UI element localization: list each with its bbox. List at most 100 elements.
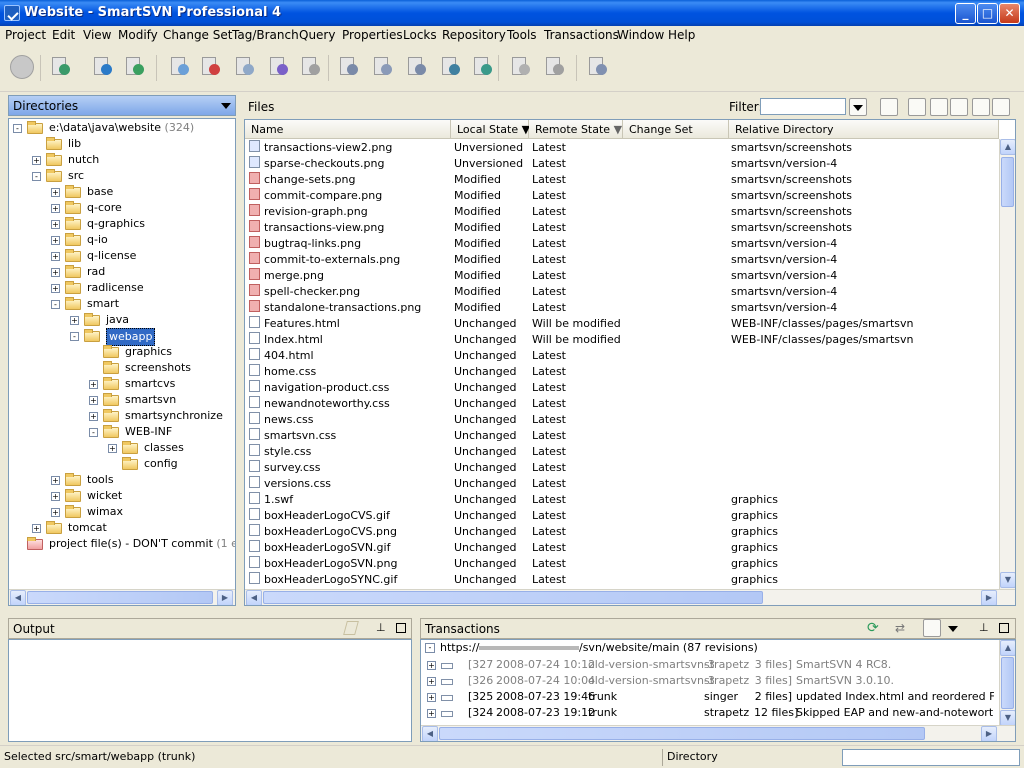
menu-item[interactable]: Tag/Branch: [232, 28, 299, 42]
collapse-icon[interactable]: -: [70, 332, 79, 341]
settings-icon[interactable]: [923, 619, 941, 637]
expand-icon[interactable]: +: [89, 380, 98, 389]
tree-node[interactable]: project file(s) - DON'T commit (1 entry): [9, 536, 235, 552]
files-vertical-scrollbar[interactable]: ▲ ▼: [999, 139, 1015, 589]
collapse-icon[interactable]: -: [425, 643, 435, 653]
table-row[interactable]: boxHeaderLogoSVN.gif Unchanged Latest graph…: [245, 540, 999, 556]
search-icon[interactable]: [585, 54, 611, 80]
tree-node[interactable]: + nutch: [9, 152, 235, 168]
tree-node[interactable]: + rad: [9, 264, 235, 280]
clear-output-icon[interactable]: [343, 621, 359, 635]
expand-icon[interactable]: +: [51, 220, 60, 229]
tree-node[interactable]: - src: [9, 168, 235, 184]
scroll-left-button[interactable]: ◀: [246, 590, 262, 605]
table-row[interactable]: 1.swf Unchanged Latest graphics: [245, 492, 999, 508]
collapse-icon[interactable]: -: [51, 300, 60, 309]
expand-icon[interactable]: +: [51, 252, 60, 261]
expand-icon[interactable]: +: [51, 476, 60, 485]
refresh-icon[interactable]: ⟳: [867, 620, 879, 636]
tree-node[interactable]: + classes: [9, 440, 235, 456]
tree-node[interactable]: + q-io: [9, 232, 235, 248]
column-header-local-state[interactable]: Local State ▼: [451, 120, 530, 139]
table-row[interactable]: boxHeaderLogoCVS.gif Unchanged Latest graph…: [245, 508, 999, 524]
collapse-icon[interactable]: -: [32, 172, 41, 181]
table-row[interactable]: news.css Unchanged Latest: [245, 412, 999, 428]
expand-icon[interactable]: +: [427, 677, 436, 686]
tree-node[interactable]: + wicket: [9, 488, 235, 504]
expand-icon[interactable]: +: [427, 709, 436, 718]
expand-icon[interactable]: +: [51, 204, 60, 213]
menu-item[interactable]: Properties: [342, 28, 403, 42]
scroll-thumb[interactable]: [1001, 157, 1014, 207]
compare-icon[interactable]: [336, 54, 362, 80]
arrows-icon[interactable]: ⇄: [895, 621, 905, 635]
tree-node[interactable]: + q-license: [9, 248, 235, 264]
lock-icon[interactable]: [508, 54, 534, 80]
scroll-down-button[interactable]: ▼: [1000, 572, 1015, 588]
scroll-left-button[interactable]: ◀: [10, 590, 26, 605]
menu-item[interactable]: Transactions: [544, 28, 619, 42]
tree-node[interactable]: + smartsynchronize: [9, 408, 235, 424]
unlock-icon[interactable]: [542, 54, 568, 80]
log-icon[interactable]: [404, 54, 430, 80]
expand-icon[interactable]: +: [51, 492, 60, 501]
tree-node[interactable]: - smart: [9, 296, 235, 312]
minimize-button[interactable]: _: [955, 3, 976, 24]
transaction-row[interactable]: + [327 2008-07-24 10:12 old-version-smartsv…: [421, 657, 1001, 673]
expand-icon[interactable]: +: [51, 268, 60, 277]
menu-item[interactable]: Locks: [403, 28, 437, 42]
cancel-icon[interactable]: [9, 54, 35, 80]
scroll-right-button[interactable]: ▶: [981, 726, 997, 741]
transactions-icon[interactable]: [470, 54, 496, 80]
scroll-thumb[interactable]: [439, 727, 925, 740]
table-row[interactable]: newandnoteworthy.css Unchanged Latest: [245, 396, 999, 412]
table-row[interactable]: survey.css Unchanged Latest: [245, 460, 999, 476]
expand-icon[interactable]: +: [89, 412, 98, 421]
transaction-row[interactable]: + [324 2008-07-23 19:12 trunk strapetz 12 fil…: [421, 705, 1001, 721]
tree-node[interactable]: graphics: [9, 344, 235, 360]
transactions-panel[interactable]: - https:// /svn/website/main (87 revisio…: [420, 639, 1016, 742]
refresh-icon[interactable]: [48, 54, 74, 80]
transaction-row[interactable]: + [325 2008-07-23 19:46 trunk singer 2 files]…: [421, 689, 1001, 705]
table-row[interactable]: home.css Unchanged Latest: [245, 364, 999, 380]
expand-icon[interactable]: +: [89, 396, 98, 405]
collapse-icon[interactable]: -: [89, 428, 98, 437]
menu-item[interactable]: Query: [299, 28, 335, 42]
table-row[interactable]: navigation-product.css Unchanged Latest: [245, 380, 999, 396]
menu-item[interactable]: Modify: [118, 28, 158, 42]
column-header-remote-state[interactable]: Remote State ▼: [529, 120, 623, 139]
column-header-change-set[interactable]: Change Set: [623, 120, 729, 139]
expand-icon[interactable]: +: [32, 524, 41, 533]
table-row[interactable]: change-sets.png Modified Latest smartsvn/sc…: [245, 172, 999, 188]
repository-root-row[interactable]: - https:// /svn/website/main (87 revisio…: [421, 640, 1001, 656]
table-row[interactable]: versions.css Unchanged Latest: [245, 476, 999, 492]
expand-icon[interactable]: +: [51, 508, 60, 517]
menu-item[interactable]: Tools: [507, 28, 537, 42]
menu-item[interactable]: Repository: [442, 28, 506, 42]
menu-item[interactable]: Window: [617, 28, 664, 42]
compare-files-icon[interactable]: [370, 54, 396, 80]
filter-dropdown-button[interactable]: [849, 98, 867, 116]
menu-item[interactable]: Change Set: [163, 28, 232, 42]
table-row[interactable]: commit-to-externals.png Modified Latest sma…: [245, 252, 999, 268]
expand-icon[interactable]: +: [51, 188, 60, 197]
transaction-row[interactable]: + [326 2008-07-24 10:04 old-version-smartsv…: [421, 673, 1001, 689]
table-row[interactable]: boxHeaderLogoCVS.png Unchanged Latest graph…: [245, 524, 999, 540]
table-row[interactable]: commit-compare.png Modified Latest smartsvn…: [245, 188, 999, 204]
expand-icon[interactable]: +: [427, 661, 436, 670]
file-icon[interactable]: [908, 98, 926, 116]
tree-node[interactable]: - webapp: [9, 328, 235, 346]
commit-icon[interactable]: [122, 54, 148, 80]
table-row[interactable]: spell-checker.png Modified Latest smartsvn/…: [245, 284, 999, 300]
tree-node[interactable]: + java: [9, 312, 235, 328]
scroll-down-button[interactable]: ▼: [1000, 710, 1015, 726]
table-row[interactable]: transactions-view2.png Unversioned Latest s…: [245, 140, 999, 156]
scroll-thumb[interactable]: [1001, 657, 1014, 709]
copy-icon[interactable]: [232, 54, 258, 80]
scroll-left-button[interactable]: ◀: [422, 726, 438, 741]
menu-item[interactable]: View: [83, 28, 111, 42]
tree-node[interactable]: + q-core: [9, 200, 235, 216]
expand-icon[interactable]: +: [51, 236, 60, 245]
table-row[interactable]: style.css Unchanged Latest: [245, 444, 999, 460]
table-row[interactable]: merge.png Modified Latest smartsvn/version-…: [245, 268, 999, 284]
